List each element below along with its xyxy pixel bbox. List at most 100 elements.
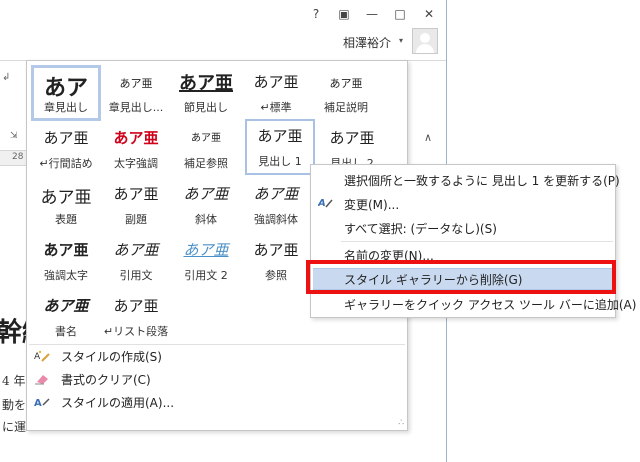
menu-item-label: 選択個所と一致するように 見出し 1 を更新する(P) — [344, 173, 620, 188]
style-preview: あア亜 — [40, 188, 92, 208]
menu-item-update-style[interactable]: 選択個所と一致するように 見出し 1 を更新する(P) — [311, 169, 620, 191]
style-context-menu: 選択個所と一致するように 見出し 1 を更新する(P) A 変更(M)... す… — [310, 164, 636, 318]
avatar-head-shape — [420, 33, 430, 43]
style-item[interactable]: あア亜 引用文 2 — [171, 233, 241, 289]
style-preview: あア亜 — [43, 241, 89, 259]
clear-formatting-label: 書式のクリア(C) — [61, 372, 151, 387]
ribbon-paragraph-icon: ↲ — [2, 72, 11, 83]
create-style-icon: A — [33, 348, 51, 364]
maximize-button[interactable]: □ — [387, 3, 413, 25]
minimize-icon: — — [366, 7, 378, 21]
document-line: 動を — [2, 398, 27, 412]
ribbon-display-icon: ▣ — [338, 7, 350, 21]
style-label: ↵標準 — [260, 101, 292, 114]
apply-styles-icon: A — [33, 394, 51, 410]
style-item[interactable]: あア亜 ↵リスト段落 — [101, 289, 171, 345]
menu-item-label: すべて選択: (データなし)(S) — [344, 221, 497, 236]
style-preview: あア亜 — [43, 297, 89, 315]
clear-formatting-command[interactable]: 書式のクリア(C) — [33, 369, 151, 389]
apply-styles-command[interactable]: A スタイルの適用(A)... — [33, 392, 174, 412]
style-label: 参照 — [265, 269, 287, 282]
style-preview: あア亜 — [329, 77, 363, 90]
style-label: ↵行間詰め — [39, 157, 93, 170]
close-button[interactable]: ✕ — [416, 3, 442, 25]
ribbon-display-button[interactable]: ▣ — [331, 3, 357, 25]
style-item[interactable]: あア亜 参照 — [241, 233, 311, 289]
style-item-selected[interactable]: あア亜 見出し 1 — [245, 119, 315, 175]
style-preview: あア亜 — [119, 77, 153, 90]
style-item[interactable]: あア亜 章見出し... — [101, 65, 171, 121]
style-item[interactable]: あア亜 ↵標準 — [241, 65, 311, 121]
style-preview: あア亜 — [183, 185, 229, 203]
help-button[interactable]: ? — [303, 3, 329, 25]
style-label: ↵リスト段落 — [103, 325, 169, 338]
style-preview: あア亜 — [253, 185, 299, 203]
create-style-command[interactable]: A スタイルの作成(S) — [33, 346, 162, 366]
maximize-icon: □ — [394, 7, 406, 21]
style-preview: あア亜 — [253, 73, 299, 91]
style-item[interactable]: あア亜 副題 — [101, 177, 171, 233]
svg-text:A: A — [34, 352, 41, 362]
document-line: に運 — [2, 420, 27, 434]
modify-style-icon: A — [317, 195, 335, 213]
style-preview: あア亜 — [113, 129, 159, 147]
style-item[interactable]: あア 章見出し — [31, 65, 101, 121]
style-item[interactable]: あア亜 強調太字 — [31, 233, 101, 289]
style-item[interactable]: あア亜 ↵行間詰め — [31, 121, 101, 177]
style-label: 強調斜体 — [254, 213, 298, 226]
style-preview: あア亜 — [257, 127, 303, 145]
style-label: 見出し 1 — [258, 155, 302, 168]
gallery-divider — [29, 344, 405, 345]
menu-item-modify[interactable]: A 変更(M)... — [311, 193, 615, 215]
svg-text:A: A — [34, 398, 42, 409]
style-label: 補足参照 — [184, 157, 228, 170]
dialog-launcher-icon[interactable]: ⇲ — [10, 131, 18, 141]
menu-item-add-to-quick-access[interactable]: ギャラリーをクイック アクセス ツール バーに追加(A) — [311, 293, 636, 315]
close-icon: ✕ — [423, 7, 435, 21]
style-preview: あア亜 — [43, 129, 89, 147]
style-preview: あア亜 — [329, 129, 375, 147]
style-item[interactable]: あア亜 斜体 — [171, 177, 241, 233]
menu-item-label: ギャラリーをクイック アクセス ツール バーに追加(A) — [344, 297, 637, 312]
style-preview: あア亜 — [113, 297, 159, 315]
apply-styles-label: スタイルの適用(A)... — [61, 395, 175, 410]
menu-item-label: 変更(M)... — [344, 197, 400, 212]
style-item[interactable]: あア亜 引用文 — [101, 233, 171, 289]
avatar-body-shape — [416, 44, 434, 53]
style-item[interactable]: あア亜 強調斜体 — [241, 177, 311, 233]
style-preview: あア亜 — [113, 185, 159, 203]
style-item[interactable]: あア亜 書名 — [31, 289, 101, 345]
style-item[interactable]: あア亜 補足参照 — [171, 121, 241, 177]
menu-item-select-all[interactable]: すべて選択: (データなし)(S) — [311, 217, 615, 239]
style-label: 節見出し — [184, 101, 228, 114]
ruler: 28 — [0, 150, 26, 166]
style-label: 引用文 — [119, 269, 153, 282]
style-label: 書名 — [55, 325, 77, 338]
style-item[interactable]: あア亜 補足説明 — [311, 65, 381, 121]
resize-grip-icon[interactable]: ∴ — [398, 418, 404, 428]
avatar[interactable] — [412, 28, 438, 54]
style-preview: あア亜 — [253, 241, 299, 259]
help-icon: ? — [312, 7, 320, 21]
highlight-annotation-box — [306, 260, 616, 294]
style-preview: あア亜 — [183, 241, 229, 259]
user-name[interactable]: 相澤裕介 — [343, 34, 391, 51]
create-style-label: スタイルの作成(S) — [61, 349, 162, 364]
ruler-number: 28 — [12, 152, 24, 162]
style-label: 章見出し — [44, 101, 88, 114]
style-label: 引用文 2 — [184, 269, 228, 282]
style-label: 太字強調 — [114, 157, 158, 170]
style-preview: あア — [43, 75, 88, 101]
style-item[interactable]: あア亜 太字強調 — [101, 121, 171, 177]
style-label: 副題 — [125, 213, 147, 226]
style-preview: あア亜 — [191, 133, 221, 144]
minimize-button[interactable]: — — [359, 3, 385, 25]
collapse-ribbon-icon[interactable]: ∧ — [424, 131, 432, 144]
style-item[interactable]: あア亜 節見出し — [171, 65, 241, 121]
style-item[interactable]: あア亜 表題 — [31, 177, 101, 233]
style-preview: あア亜 — [113, 241, 159, 259]
eraser-icon — [33, 371, 51, 387]
style-preview: あア亜 — [179, 73, 233, 94]
user-dropdown-icon[interactable]: ▾ — [399, 36, 403, 45]
style-label: 強調太字 — [44, 269, 88, 282]
